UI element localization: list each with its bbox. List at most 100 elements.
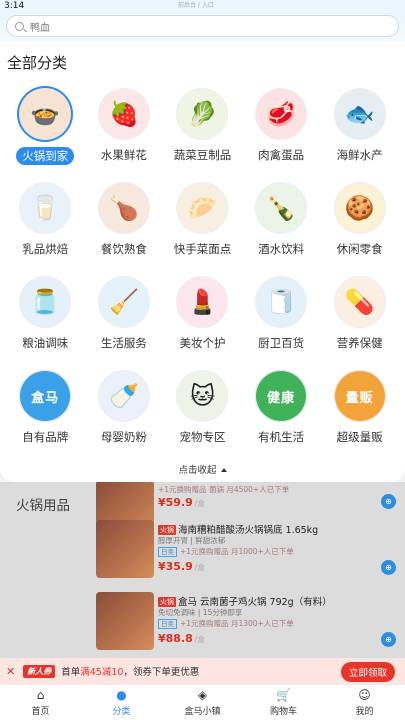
category-item[interactable]: 🍪 休闲零食	[320, 182, 399, 262]
product-card[interactable]: 火锅 海南糟粕醋酸汤火锅锅底 1.65kg 醇厚开胃 | 鲜甜浓郁 日卖 +1元换购赠品…	[96, 520, 396, 582]
category-label: 厨卫百货	[258, 336, 305, 350]
category-item[interactable]: 🥟 快手菜面点	[163, 182, 242, 262]
clock: 3:14	[4, 1, 25, 11]
claim-coupon-button[interactable]: 立即领取	[340, 662, 395, 682]
product-price: ¥35.9/盒	[158, 560, 205, 573]
category-item[interactable]: 🍗 餐饮熟食	[85, 182, 164, 262]
category-item[interactable]: 盒马 自有品牌	[6, 370, 85, 450]
home-icon: ⌂	[36, 688, 45, 702]
product-price: ¥88.8/盒	[158, 632, 205, 645]
cooked-food-icon: 🍗	[97, 182, 150, 234]
section-title: 火锅用品	[16, 498, 70, 514]
snack-icon: 🍪	[333, 182, 386, 234]
supplement-icon: 💊	[333, 276, 386, 328]
category-label: 快手菜面点	[173, 242, 232, 256]
strawberry-icon: 🍓	[97, 88, 150, 140]
category-label: 生活服务	[100, 336, 147, 350]
category-label: 海鲜水产	[336, 148, 383, 162]
category-item[interactable]: 🍲 火锅到家	[6, 88, 85, 168]
status-bar: 3:14 前后台 / 入口	[0, 0, 405, 12]
milk-icon: 🥛	[19, 182, 72, 234]
hotpot-icon: 🍲	[19, 88, 72, 140]
tab-profile[interactable]: ☺ 我的	[324, 685, 405, 720]
cleaner-icon: 🧹	[97, 276, 150, 328]
category-label: 超级量贩	[336, 430, 383, 444]
category-label: 母婴奶粉	[100, 430, 147, 444]
cosmetic-icon: 💄	[176, 276, 229, 328]
tab-label: 首页	[31, 707, 50, 717]
add-to-cart-icon[interactable]: ⊕	[381, 632, 396, 647]
product-subtitle: 醇厚开胃 | 鲜甜浓郁	[158, 536, 226, 545]
category-item[interactable]: 🍾 酒水饮料	[242, 182, 321, 262]
profile-icon: ☺	[358, 688, 371, 702]
organic-icon: 健康	[255, 370, 308, 422]
category-item[interactable]: 🥩 肉禽蛋品	[242, 88, 321, 168]
tab-label: 分类	[112, 707, 131, 717]
collapse-label: 点击收起	[178, 465, 217, 476]
product-price: ¥59.9/盒	[158, 496, 205, 509]
new-user-tag: 新人券	[23, 664, 56, 678]
bottom-navigation: ⌂ 首页 ● 分类 ◈ 盒马小镇 🛒 购物车 ☺ 我的	[0, 684, 405, 720]
category-label: 有机生活	[258, 430, 305, 444]
tab-label: 购物车	[269, 707, 297, 717]
tab-cart[interactable]: 🛒 购物车	[243, 685, 324, 720]
product-image	[96, 592, 154, 650]
tab-category[interactable]: ● 分类	[81, 685, 162, 720]
vegetable-icon: 🥬	[176, 88, 229, 140]
category-label: 水果鲜花	[100, 148, 147, 162]
category-item[interactable]: 💊 营养保健	[320, 276, 399, 356]
add-to-cart-icon[interactable]: ⊕	[381, 560, 396, 575]
hema-brand-icon: 盒马	[19, 370, 72, 422]
tissue-icon: 🧻	[255, 276, 308, 328]
category-item[interactable]: 🍓 水果鲜花	[85, 88, 164, 168]
product-promo: 日卖 +1元换购赠品 月1000+人已下单	[158, 546, 294, 557]
category-label: 餐饮熟食	[100, 242, 147, 256]
category-label: 休闲零食	[336, 242, 383, 256]
status-center-text: 前后台 / 入口	[178, 2, 214, 9]
top-bar	[0, 12, 405, 42]
category-item[interactable]: 🧻 厨卫百货	[242, 276, 321, 356]
category-label: 美妆个护	[179, 336, 226, 350]
category-item[interactable]: 🥬 蔬菜豆制品	[163, 88, 242, 168]
category-grid: 🍲 火锅到家 🍓 水果鲜花 🥬 蔬菜豆制品 🥩 肉禽蛋品 🐟 海鲜水产 🥛 乳品烘焙 🍗 餐饮熟食 🥟 快手菜…	[6, 88, 399, 450]
product-promo: +1元换购赠品 菌锅 月4500+人已下单	[158, 485, 290, 494]
add-to-cart-icon[interactable]: ⊕	[381, 494, 396, 509]
category-item[interactable]: 🍼 母婴奶粉	[85, 370, 164, 450]
category-item[interactable]: 🐟 海鲜水产	[320, 88, 399, 168]
category-item[interactable]: 健康 有机生活	[242, 370, 321, 450]
category-label: 酒水饮料	[258, 242, 305, 256]
category-label: 肉禽蛋品	[258, 148, 305, 162]
new-user-promo-banner[interactable]: ✕ 新人券 首单满45减10，领券下单更优惠 立即领取	[0, 658, 405, 684]
category-item[interactable]: 💄 美妆个护	[163, 276, 242, 356]
cart-icon: 🛒	[276, 688, 291, 702]
category-label: 粮油调味	[22, 336, 69, 350]
town-icon: ◈	[197, 688, 208, 702]
category-item[interactable]: 🧹 生活服务	[85, 276, 164, 356]
category-label: 宠物专区	[179, 430, 226, 444]
dumpling-icon: 🥟	[176, 182, 229, 234]
category-icon: ●	[116, 688, 127, 702]
product-card[interactable]: 火锅 盒马 云南菌子鸡火锅 792g（有料） 免切免调味 | 15分钟即享 日卖 +1元…	[96, 592, 396, 654]
fish-icon: 🐟	[333, 88, 386, 140]
panel-title: 全部分类	[7, 54, 68, 72]
category-label: 蔬菜豆制品	[173, 148, 232, 162]
meat-icon: 🥩	[255, 88, 308, 140]
caret-up-icon	[220, 468, 227, 472]
category-item[interactable]: 🫙 粮油调味	[6, 276, 85, 356]
collapse-button[interactable]: 点击收起	[0, 462, 405, 476]
search-bar[interactable]	[6, 15, 399, 37]
tab-town[interactable]: ◈ 盒马小镇	[162, 685, 243, 720]
promo-text: 首单满45减10，领券下单更优惠	[61, 667, 200, 678]
search-input[interactable]	[30, 20, 330, 32]
category-item[interactable]: 🥛 乳品烘焙	[6, 182, 85, 262]
tab-home[interactable]: ⌂ 首页	[0, 685, 81, 720]
tab-label: 盒马小镇	[184, 707, 221, 717]
close-icon[interactable]: ✕	[6, 665, 15, 678]
category-label: 自有品牌	[22, 430, 69, 444]
product-name: 火锅 海南糟粕醋酸汤火锅锅底 1.65kg	[158, 525, 319, 536]
cat-icon: 🐱	[176, 370, 229, 422]
category-item[interactable]: 量贩 超级量贩	[320, 370, 399, 450]
product-name: 火锅 盒马 云南菌子鸡火锅 792g（有料）	[158, 597, 332, 608]
oil-icon: 🫙	[19, 276, 72, 328]
category-item[interactable]: 🐱 宠物专区	[163, 370, 242, 450]
